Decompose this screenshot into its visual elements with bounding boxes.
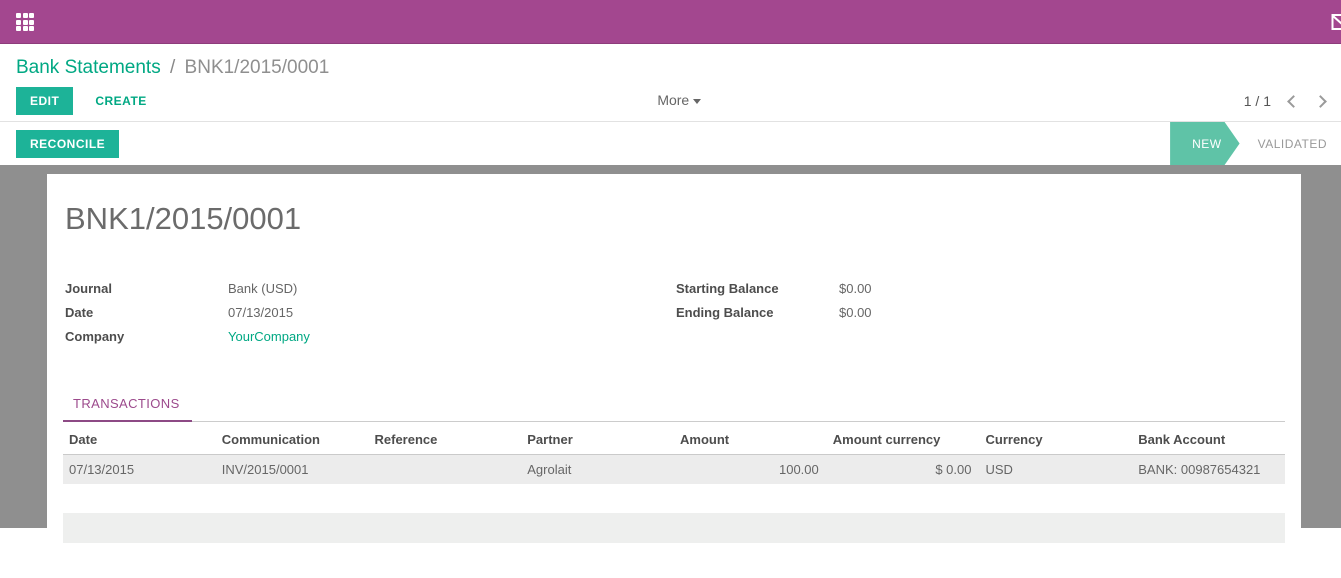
table-header-row: Date Communication Reference Partner Amo… [63,424,1285,455]
edit-button[interactable]: EDIT [16,87,73,115]
cell-amount: 100.00 [674,455,827,485]
field-journal: Journal Bank (USD) [63,281,674,296]
navigation-area: Bank Statements / BNK1/2015/0001 EDIT CR… [0,44,1341,122]
cell-partner: Agrolait [521,455,674,485]
field-value-journal: Bank (USD) [228,281,297,296]
record-title: BNK1/2015/0001 [63,174,1285,237]
cell-amount-currency: $ 0.00 [827,455,980,485]
status-bar: RECONCILE NEW VALIDATED [0,122,1341,165]
field-label: Company [63,329,228,344]
field-groups: Journal Bank (USD) Date 07/13/2015 Compa… [63,281,1285,353]
tab-transactions[interactable]: TRANSACTIONS [63,396,192,422]
col-header-bank-account[interactable]: Bank Account [1132,424,1285,455]
record-sheet: BNK1/2015/0001 Journal Bank (USD) Date 0… [47,174,1301,528]
cell-currency: USD [980,455,1133,485]
field-group-left: Journal Bank (USD) Date 07/13/2015 Compa… [63,281,674,353]
empty-footer-band [63,513,1285,543]
breadcrumb-separator: / [166,57,179,78]
top-bar [0,0,1341,44]
pager-next-icon[interactable] [1314,95,1327,108]
field-value-company-link[interactable]: YourCompany [228,329,310,344]
pager-previous-icon[interactable] [1287,95,1300,108]
field-group-right: Starting Balance $0.00 Ending Balance $0… [674,281,1285,353]
cell-reference [369,455,522,485]
col-header-date[interactable]: Date [63,424,216,455]
field-company: Company YourCompany [63,329,674,344]
pager-count: 1 / 1 [1244,93,1271,109]
field-label: Ending Balance [674,305,839,320]
field-label: Journal [63,281,228,296]
field-value-ending-balance: $0.00 [839,305,872,320]
status-pipeline: NEW VALIDATED [1170,122,1341,165]
col-header-reference[interactable]: Reference [369,424,522,455]
table-row[interactable]: 07/13/2015 INV/2015/0001 Agrolait 100.00… [63,455,1285,485]
apps-menu-button[interactable] [16,13,34,31]
col-header-partner[interactable]: Partner [521,424,674,455]
field-ending-balance: Ending Balance $0.00 [674,305,1285,320]
transactions-table: Date Communication Reference Partner Amo… [63,424,1285,484]
field-label: Date [63,305,228,320]
control-row: EDIT CREATE More 1 / 1 [0,81,1341,122]
field-value-starting-balance: $0.00 [839,281,872,296]
pager: 1 / 1 [1244,93,1325,109]
more-dropdown-button[interactable]: More [657,92,701,108]
breadcrumb-current: BNK1/2015/0001 [185,57,330,78]
field-label: Starting Balance [674,281,839,296]
col-header-amount[interactable]: Amount [674,424,827,455]
more-dropdown-wrap: More [115,92,1244,110]
breadcrumb-parent-link[interactable]: Bank Statements [16,57,161,78]
col-header-communication[interactable]: Communication [216,424,369,455]
reconcile-button[interactable]: RECONCILE [16,130,119,158]
status-state-validated[interactable]: VALIDATED [1236,122,1341,165]
breadcrumb: Bank Statements / BNK1/2015/0001 [0,44,1341,81]
app-window: Bank Statements / BNK1/2015/0001 EDIT CR… [0,0,1341,578]
status-state-new[interactable]: NEW [1170,122,1240,165]
field-starting-balance: Starting Balance $0.00 [674,281,1285,296]
col-header-currency[interactable]: Currency [980,424,1133,455]
col-header-amount-currency[interactable]: Amount currency [827,424,980,455]
chevron-down-icon [693,99,701,104]
field-date: Date 07/13/2015 [63,305,674,320]
cell-communication: INV/2015/0001 [216,455,369,485]
cell-bank-account: BANK: 00987654321 [1132,455,1285,485]
cell-date: 07/13/2015 [63,455,216,485]
apps-grid-icon [16,13,34,31]
content-background: BNK1/2015/0001 Journal Bank (USD) Date 0… [0,165,1341,528]
field-value-date: 07/13/2015 [228,305,293,320]
envelope-icon[interactable] [1331,13,1341,31]
notebook-tabs: TRANSACTIONS [63,395,1285,422]
